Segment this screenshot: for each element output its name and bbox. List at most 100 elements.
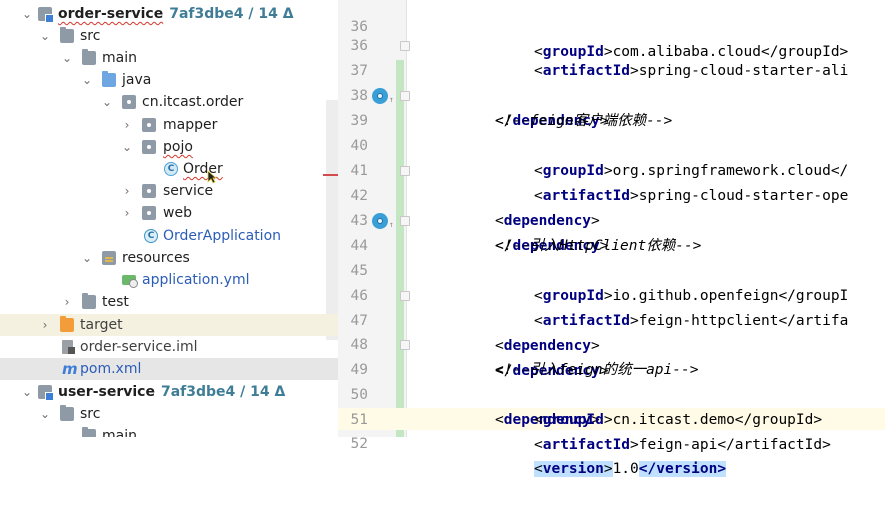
tree-row-mapper[interactable]: › mapper [0,114,338,136]
code-line[interactable]: 38 <!--feign客户端依赖--> [338,59,885,129]
tree-label: test [102,294,129,310]
maven-dependency-gutter-icon[interactable] [372,88,388,104]
tree-row-service[interactable]: › service [0,180,338,202]
error-stripe-mark [323,174,338,176]
tree-row-src[interactable]: ⌄ src [0,25,338,47]
java-class-icon: C [164,162,178,176]
code-line[interactable]: 47 </dependency> [338,284,885,379]
line-number: 52 [350,436,368,452]
tree-row-web[interactable]: › web [0,202,338,224]
code-line[interactable]: 37 </dependency> [338,34,885,129]
chevron-down-icon[interactable]: ⌄ [100,91,114,113]
tree-row-package[interactable]: ⌄ cn.itcast.order [0,91,338,113]
tag-value: feign-api</artifactId> [638,437,831,453]
chevron-down-icon[interactable]: ⌄ [38,403,52,425]
chevron-right-icon[interactable]: › [60,291,74,313]
closing-tag: </version> [638,461,727,477]
tree-label: application.yml [142,272,250,288]
tree-label: service [163,183,214,199]
tree-row-order-application[interactable]: C OrderApplication [0,225,338,247]
package-icon [142,140,156,154]
tree-row-order-service[interactable]: ⌄ order-service 7af3dbe4 / 14 Δ [0,3,338,25]
package-icon [142,206,156,220]
tree-label: user-service [58,384,155,400]
source-folder-icon [102,71,116,87]
tree-label: cn.itcast.order [142,94,244,110]
chevron-down-icon[interactable]: ⌄ [20,381,34,403]
folder-icon [60,27,74,43]
code-line[interactable]: 46 <artifactId>feign-httpclient</artifa [338,259,885,329]
tree-row-user-service[interactable]: ⌄ user-service 7af3dbe4 / 14 Δ [0,381,338,403]
tree-label: src [80,28,101,44]
tree-row-main[interactable]: ⌄ main [0,47,338,69]
tree-label: pojo [163,139,193,155]
code-line[interactable]: 49 <dependency> [338,333,885,428]
tag-name: artifactId [542,437,631,453]
tree-row-pojo[interactable]: ⌄ pojo [0,136,338,158]
chevron-right-icon[interactable]: › [38,314,52,336]
code-line[interactable]: 39 ↑ <dependency> [338,84,885,229]
code-line[interactable]: 41 <artifactId>spring-cloud-starter-ope [338,134,885,204]
tree-label: OrderApplication [163,228,282,244]
fold-marker-icon[interactable] [400,166,410,176]
iml-file-icon [62,340,75,354]
module-folder-icon [38,385,54,401]
code-line[interactable]: 43 <!--引入HttpClient依赖--> [338,184,885,254]
code-line[interactable]: 42 </dependency> [338,159,885,254]
tree-row-application-yml[interactable]: application.yml [0,269,338,291]
tree-label: order-service [58,6,164,22]
folder-icon [82,293,96,309]
tree-label: main [102,428,137,437]
fold-marker-icon[interactable] [400,216,410,226]
chevron-right-icon[interactable]: › [120,180,134,202]
code-line-current[interactable]: 52 <version>1.0</version> [338,407,885,477]
maven-icon: m [62,360,78,378]
code-line[interactable]: 51 <artifactId>feign-api</artifactId> [338,383,885,453]
excluded-folder-icon [60,316,74,332]
yml-file-icon [122,273,138,288]
chevron-down-icon[interactable]: ⌄ [60,47,74,69]
chevron-down-icon[interactable]: ⌄ [120,136,134,158]
project-tree-panel: ⌄ order-service 7af3dbe4 / 14 Δ ⌄ src ⌄ m… [0,0,338,437]
tree-row-java[interactable]: ⌄ java [0,69,338,91]
fold-marker-icon[interactable] [400,41,410,51]
code-editor[interactable]: 36 <groupId>com.alibaba.cloud</groupId> … [338,0,885,477]
code-line[interactable]: 50 <groupId>cn.itcast.demo</groupId> [338,358,885,428]
fold-marker-icon[interactable] [400,91,410,101]
chevron-down-icon[interactable]: ⌄ [60,425,74,437]
spring-boot-class-icon: C [144,229,158,243]
tree-label: target [80,317,123,333]
tree-row-resources[interactable]: ⌄ resources [0,247,338,269]
chevron-down-icon[interactable]: ⌄ [38,25,52,47]
chevron-right-icon[interactable]: › [120,202,134,224]
code-line[interactable]: 40 <groupId>org.springframework.cloud</ [338,109,885,179]
chevron-down-icon[interactable]: ⌄ [80,247,94,269]
tree-row-order-class[interactable]: C Order [0,158,338,180]
fold-marker-icon[interactable] [400,291,410,301]
folder-icon [82,49,96,65]
tree-label: java [122,72,152,88]
chevron-right-icon[interactable]: › [120,114,134,136]
tree-row-main[interactable]: ⌄ main [0,425,338,437]
tree-row-test[interactable]: › test [0,291,338,313]
code-line[interactable]: 44 ↑ <dependency> [338,209,885,354]
code-line[interactable]: 48 <!--引入feign的统一api--> [338,308,885,378]
chevron-down-icon[interactable]: ⌄ [80,69,94,91]
mouse-cursor-icon [207,170,217,184]
tree-label: src [80,406,101,422]
tree-label: web [163,205,192,221]
tree-row-target[interactable]: › target [0,314,338,336]
package-icon [122,95,136,109]
fold-marker-icon[interactable] [400,340,410,350]
maven-dependency-gutter-icon[interactable] [372,213,388,229]
tree-label: main [102,50,137,66]
tag-value: 1.0 [612,461,639,477]
tree-row-pom[interactable]: m pom.xml [0,358,338,380]
tree-row-iml[interactable]: order-service.iml [0,336,338,358]
package-icon [142,118,156,132]
code-line[interactable]: 36 <artifactId>spring-cloud-starter-ali [338,9,885,79]
tree-row-src[interactable]: ⌄ src [0,403,338,425]
chevron-down-icon[interactable]: ⌄ [20,3,34,25]
code-line[interactable]: 45 <groupId>io.github.openfeign</groupI [338,234,885,304]
module-folder-icon [38,7,54,23]
